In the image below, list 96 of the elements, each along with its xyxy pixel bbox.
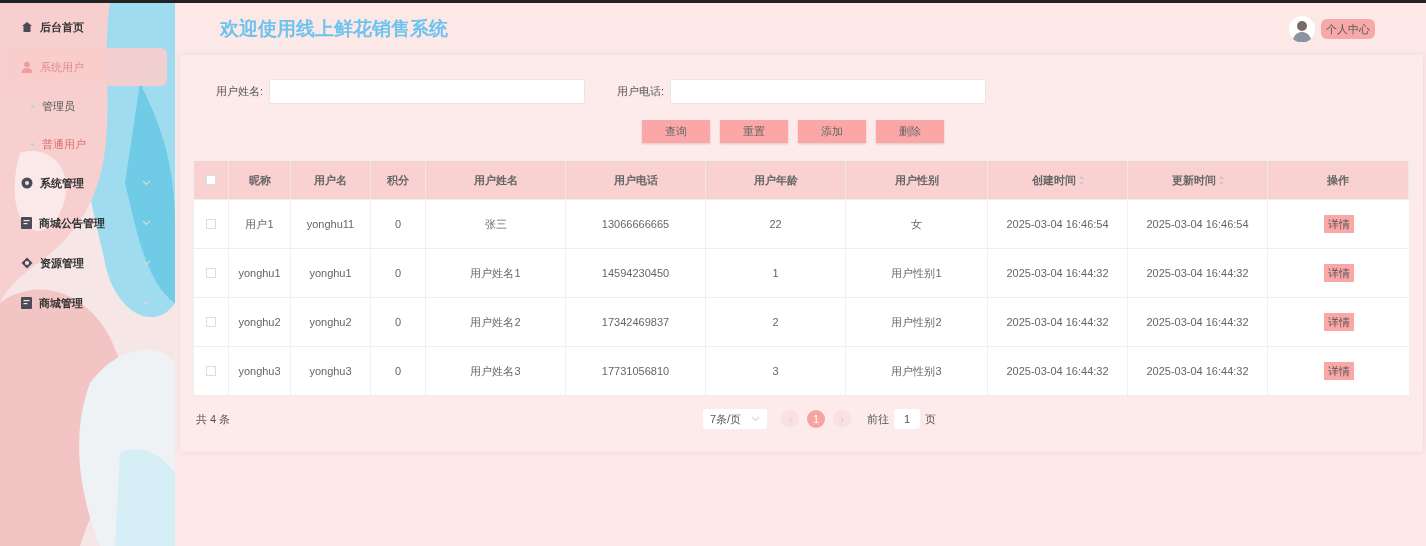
chevron-down-icon [751, 416, 760, 422]
search-field[interactable] [269, 79, 586, 104]
table-cell-text: yonghu1 [238, 265, 281, 281]
page-title: 欢迎使用线上鲜花销售系统 [220, 16, 449, 41]
search-field[interactable] [670, 79, 987, 104]
details-button[interactable]: 详情 [1323, 362, 1354, 380]
chevron-up-icon [142, 64, 151, 70]
checkbox[interactable] [206, 175, 216, 185]
column-header: 用户姓名 [473, 172, 518, 188]
user-icon [21, 61, 33, 73]
table-cell-text: 0 [394, 363, 402, 379]
table-cell-text: 2 [772, 314, 779, 330]
table-cell-text: 0 [394, 216, 402, 232]
details-button[interactable]: 详情 [1323, 264, 1354, 282]
chevron-right-icon [839, 415, 845, 423]
table-cell-text: yonghu11 [306, 216, 355, 232]
table-cell-text: 用户性别3 [891, 363, 942, 379]
checkbox[interactable] [206, 317, 216, 327]
column-header: 昵称 [248, 172, 271, 188]
table-cell-text: 2025-03-04 16:44:32 [1006, 363, 1109, 379]
table-cell-text: 2025-03-04 16:44:32 [1146, 363, 1249, 379]
page-suffix: 页 [925, 411, 936, 427]
action-button[interactable]: 重置 [720, 120, 788, 143]
previous-page-button[interactable] [781, 410, 799, 428]
column-header: 创建时间 [1031, 172, 1076, 188]
table-cell-text: 用户姓名2 [470, 314, 521, 330]
table-cell-text: yonghu2 [309, 314, 352, 330]
table-cell-text: 2025-03-04 16:44:32 [1006, 265, 1109, 281]
column-header: 更新时间 [1171, 172, 1216, 188]
sort-icon[interactable] [1218, 175, 1224, 185]
table-cell-text: 用户性别2 [891, 314, 942, 330]
checkbox[interactable] [206, 366, 216, 376]
goto-label: 前往 [867, 411, 889, 427]
table-cell-text: 张三 [484, 216, 507, 232]
table-cell-text: yonghu3 [238, 363, 281, 379]
sidebar-item[interactable]: 后台首页 [8, 8, 167, 46]
table-cell-text: 1 [772, 265, 779, 281]
column-header: 用户年龄 [753, 172, 798, 188]
page-number-field[interactable]: 1 [894, 409, 920, 429]
sidebar-item[interactable]: 系统管理 [8, 164, 167, 202]
table-cell-text: 用户姓名1 [470, 265, 521, 281]
sort-icon[interactable] [1078, 175, 1084, 185]
column-header: 用户性别 [894, 172, 939, 188]
table-cell-text: yonghu2 [238, 314, 281, 330]
sidebar-item[interactable]: 资源管理 [8, 244, 167, 282]
table-cell-text: yonghu3 [309, 363, 352, 379]
document-icon [21, 217, 32, 229]
table-cell-text: 用户性别1 [891, 265, 942, 281]
table-cell-text: yonghu1 [309, 265, 352, 281]
table-cell-text: 2025-03-04 16:46:54 [1006, 216, 1109, 232]
column-header: 操作 [1327, 172, 1349, 188]
page-size-select[interactable]: 7条/页 [703, 409, 767, 429]
table-cell-text: 17731056810 [601, 363, 670, 379]
table-cell-text: 女 [911, 216, 922, 232]
table-cell-text: 用户姓名3 [470, 363, 521, 379]
next-page-button[interactable] [833, 410, 851, 428]
chevron-down-icon [142, 300, 151, 306]
action-button[interactable]: 查询 [642, 120, 710, 143]
column-header: 积分 [387, 172, 409, 188]
column-header: 用户名 [314, 172, 347, 188]
checkbox[interactable] [206, 268, 216, 278]
table-cell-text: 13066666665 [601, 216, 670, 232]
column-header: 用户电话 [613, 172, 658, 188]
checkbox[interactable] [206, 219, 216, 229]
total-count: 共 4 条 [196, 411, 232, 427]
table-cell-text: 2025-03-04 16:44:32 [1006, 314, 1109, 330]
action-button[interactable]: 添加 [798, 120, 866, 143]
field-label: 用户电话: [617, 84, 665, 100]
table-cell-text: 0 [394, 314, 402, 330]
details-button[interactable]: 详情 [1323, 215, 1354, 233]
table-cell-text: 0 [394, 265, 402, 281]
chevron-down-icon [142, 180, 151, 186]
field-label: 用户姓名: [216, 84, 264, 100]
table-cell-text: 22 [769, 216, 782, 232]
home-icon [21, 21, 33, 33]
table-cell-text: 2025-03-04 16:44:32 [1146, 265, 1249, 281]
details-button[interactable]: 详情 [1323, 313, 1354, 331]
avatar [1289, 16, 1315, 42]
document-icon [21, 297, 32, 309]
table-cell-text: 3 [772, 363, 779, 379]
table-cell-text: 用户1 [245, 216, 274, 232]
diamond-icon [21, 257, 33, 269]
table-cell-text: 17342469837 [601, 314, 670, 330]
submenu-item[interactable]: 普通用户 [8, 125, 167, 163]
chevron-down-icon [142, 220, 151, 226]
action-button[interactable]: 删除 [876, 120, 944, 143]
sidebar-item[interactable]: 商城公告管理 [8, 204, 167, 242]
table-cell-text: 14594230450 [601, 265, 670, 281]
chevron-down-icon [142, 260, 151, 266]
profile-button[interactable]: 个人中心 [1321, 19, 1375, 39]
table-cell-text: 2025-03-04 16:44:32 [1146, 314, 1249, 330]
sidebar-item[interactable]: 商城管理 [8, 284, 167, 322]
submenu-item[interactable]: 管理员 [8, 87, 167, 125]
gear-icon [21, 177, 33, 189]
chevron-left-icon [787, 415, 793, 423]
table-cell-text: 2025-03-04 16:46:54 [1146, 216, 1249, 232]
